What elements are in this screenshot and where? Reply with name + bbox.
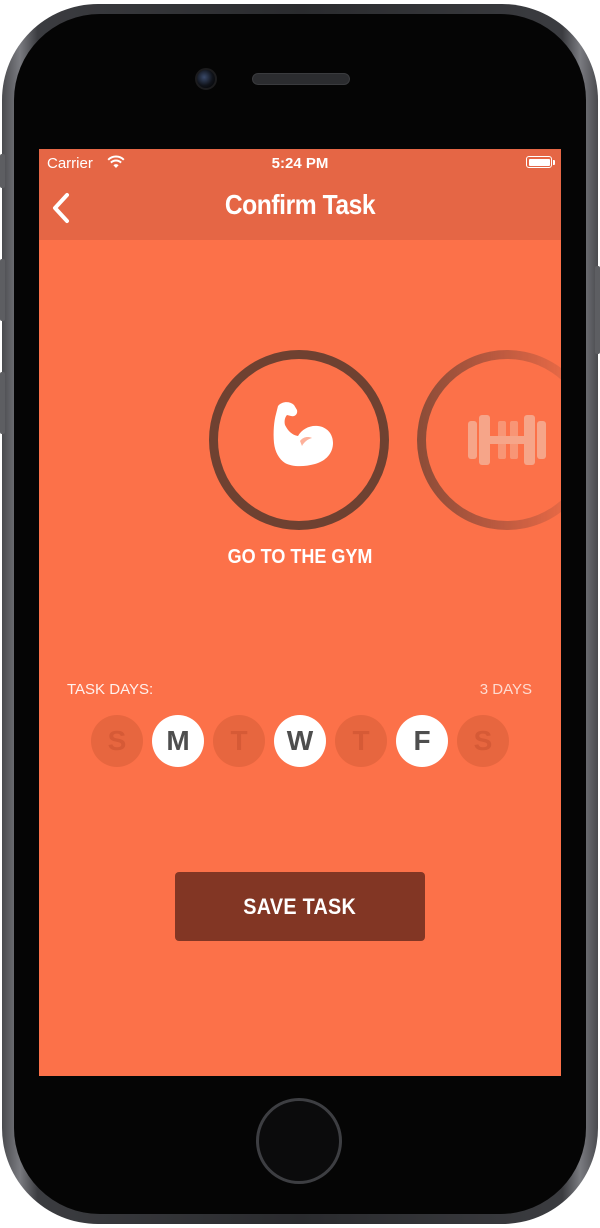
day-toggle-tuesday[interactable]: T [213, 715, 265, 767]
status-time: 5:24 PM [271, 155, 329, 172]
day-toggle-saturday[interactable]: S [457, 715, 509, 767]
mute-switch [0, 154, 5, 188]
day-selector: S M T W T F S [91, 715, 509, 767]
selected-task-label: GO TO THE GYM [227, 546, 373, 568]
volume-up-button [0, 259, 5, 321]
task-option-selected[interactable] [209, 350, 389, 530]
task-days-label: TASK DAYS: [67, 681, 154, 698]
status-bar: Carrier 5:24 PM [39, 149, 561, 179]
save-task-button[interactable]: SAVE TASK [175, 872, 425, 941]
front-camera [195, 68, 217, 90]
home-button[interactable] [256, 1098, 342, 1184]
app-screen: Carrier 5:24 PM Confirm Task GO TO THE G… [39, 149, 561, 1076]
day-toggle-monday[interactable]: M [152, 715, 204, 767]
flexed-bicep-icon [273, 402, 333, 467]
dumbbell-icon [468, 415, 546, 465]
page-title: Confirm Task [224, 189, 376, 220]
volume-down-button [0, 372, 5, 434]
power-button [595, 266, 600, 354]
day-toggle-wednesday[interactable]: W [274, 715, 326, 767]
earpiece-speaker [252, 73, 350, 85]
day-toggle-friday[interactable]: F [396, 715, 448, 767]
task-days-count: 3 DAYS [479, 681, 532, 698]
save-task-button-label: SAVE TASK [243, 893, 357, 919]
battery-icon [526, 156, 555, 168]
task-option-next[interactable] [417, 350, 561, 530]
day-toggle-thursday[interactable]: T [335, 715, 387, 767]
day-toggle-sunday[interactable]: S [91, 715, 143, 767]
navigation-bar: Carrier 5:24 PM Confirm Task [39, 149, 561, 240]
